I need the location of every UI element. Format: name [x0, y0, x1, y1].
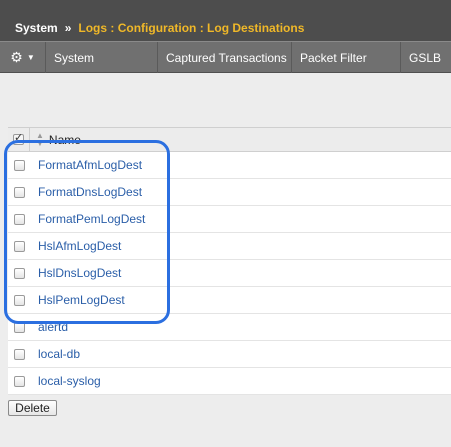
- row-checkbox[interactable]: [13, 213, 25, 225]
- tab-gslb[interactable]: GSLB: [401, 42, 451, 73]
- table-row: FormatPemLogDest: [8, 206, 451, 233]
- table-row: alertd: [8, 314, 451, 341]
- row-name-link[interactable]: FormatAfmLogDest: [30, 158, 142, 172]
- select-all-cell: [8, 127, 30, 152]
- table-row: local-syslog: [8, 368, 451, 395]
- row-name-link[interactable]: HslAfmLogDest: [30, 239, 121, 253]
- select-all-checkbox[interactable]: [13, 131, 24, 145]
- gear-icon: ⚙: [10, 49, 23, 65]
- row-checkbox[interactable]: [13, 267, 25, 279]
- gear-menu-button[interactable]: ⚙ ▼: [0, 42, 46, 73]
- log-destinations-table: ▲▼ Name FormatAfmLogDest FormatDnsLogDes…: [8, 127, 451, 395]
- row-name-link[interactable]: HslDnsLogDest: [30, 266, 121, 280]
- row-name-link[interactable]: FormatDnsLogDest: [30, 185, 142, 199]
- row-checkbox[interactable]: [13, 375, 25, 387]
- table-row: HslAfmLogDest: [8, 233, 451, 260]
- table-header: ▲▼ Name: [8, 127, 451, 152]
- row-checkbox[interactable]: [13, 240, 25, 252]
- breadcrumb: System » Logs : Configuration : Log Dest…: [0, 0, 451, 41]
- tab-packet-filter[interactable]: Packet Filter: [292, 42, 401, 73]
- tab-captured-transactions[interactable]: Captured Transactions: [158, 42, 292, 73]
- menu-bar: ⚙ ▼ System Captured Transactions Packet …: [0, 41, 451, 73]
- table-row: HslDnsLogDest: [8, 260, 451, 287]
- table-row: FormatDnsLogDest: [8, 179, 451, 206]
- tab-system[interactable]: System: [46, 42, 158, 73]
- name-column-label: Name: [48, 132, 81, 147]
- row-name-link[interactable]: FormatPemLogDest: [30, 212, 145, 226]
- delete-button[interactable]: Delete: [8, 400, 57, 416]
- row-checkbox[interactable]: [13, 159, 25, 171]
- sort-icon: ▲ ▼: [36, 130, 44, 148]
- table-row: FormatAfmLogDest: [8, 152, 451, 179]
- table-row: HslPemLogDest: [8, 287, 451, 314]
- chevron-down-icon: ▼: [26, 53, 35, 62]
- name-column-header[interactable]: ▲ ▼ Name: [30, 128, 81, 152]
- breadcrumb-separator: »: [64, 21, 72, 35]
- row-name-link[interactable]: alertd: [30, 320, 68, 334]
- row-checkbox[interactable]: [13, 294, 25, 306]
- table-row: local-db: [8, 341, 451, 368]
- breadcrumb-root[interactable]: System: [15, 21, 58, 35]
- breadcrumb-path[interactable]: Logs : Configuration : Log Destinations: [78, 21, 304, 35]
- row-checkbox[interactable]: [13, 186, 25, 198]
- row-checkbox[interactable]: [13, 321, 25, 333]
- row-checkbox[interactable]: [13, 348, 25, 360]
- row-name-link[interactable]: HslPemLogDest: [30, 293, 125, 307]
- row-name-link[interactable]: local-syslog: [30, 374, 101, 388]
- row-name-link[interactable]: local-db: [30, 347, 80, 361]
